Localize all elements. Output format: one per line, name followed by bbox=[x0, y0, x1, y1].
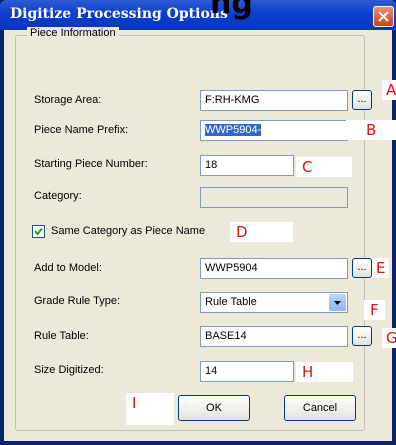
annotation-b: B bbox=[346, 120, 396, 140]
piece-name-prefix-field[interactable]: WWP5904- bbox=[200, 120, 348, 141]
piece-name-prefix-label: Piece Name Prefix: bbox=[34, 124, 129, 136]
storage-area-label: Storage Area: bbox=[34, 94, 102, 106]
grade-rule-type-select[interactable]: Rule Table bbox=[200, 292, 348, 313]
piece-name-prefix-value: WWP5904- bbox=[205, 124, 262, 136]
grade-rule-type-label: Grade Rule Type: bbox=[34, 295, 121, 307]
group-legend: Piece Information bbox=[27, 27, 119, 39]
starting-piece-number-label: Starting Piece Number: bbox=[34, 158, 148, 170]
checkmark-icon bbox=[34, 227, 43, 236]
cancel-button[interactable]: Cancel bbox=[284, 395, 356, 421]
chevron-down-icon bbox=[334, 301, 341, 305]
annotation-d: D bbox=[230, 222, 293, 242]
add-to-model-browse-button[interactable]: ... bbox=[352, 258, 372, 278]
ok-button[interactable]: OK bbox=[178, 395, 250, 421]
category-field[interactable] bbox=[200, 187, 348, 208]
storage-area-field[interactable]: F:RH-KMG bbox=[200, 90, 348, 111]
annotation-i: I bbox=[126, 393, 175, 425]
close-x-icon bbox=[378, 11, 389, 22]
annotation-g: G bbox=[382, 328, 396, 348]
annotation-a: A bbox=[382, 80, 396, 100]
annotation-e: E bbox=[372, 258, 390, 278]
rule-table-field[interactable]: BASE14 bbox=[200, 326, 348, 347]
annotation-f: F bbox=[364, 300, 385, 320]
close-button[interactable] bbox=[373, 6, 394, 27]
category-label: Category: bbox=[34, 190, 82, 202]
rule-table-browse-button[interactable]: ... bbox=[352, 326, 372, 346]
page-heading-fragment: ng bbox=[210, 0, 253, 21]
window-title: Digitize Processing Options bbox=[10, 6, 228, 22]
title-bar[interactable]: Digitize Processing Options bbox=[0, 0, 396, 30]
starting-piece-number-field[interactable]: 18 bbox=[200, 155, 294, 176]
add-to-model-label: Add to Model: bbox=[34, 262, 102, 274]
rule-table-label: Rule Table: bbox=[34, 330, 89, 342]
size-digitized-field[interactable]: 14 bbox=[200, 361, 294, 382]
size-digitized-label: Size Digitized: bbox=[34, 364, 104, 376]
add-to-model-field[interactable]: WWP5904 bbox=[200, 258, 348, 279]
annotation-c: C bbox=[296, 157, 353, 177]
storage-area-browse-button[interactable]: ... bbox=[352, 90, 372, 110]
same-category-checkbox[interactable] bbox=[32, 225, 45, 238]
combo-dropdown-button[interactable] bbox=[329, 294, 346, 311]
grade-rule-type-value: Rule Table bbox=[205, 296, 257, 308]
annotation-h: H bbox=[296, 362, 354, 382]
same-category-label: Same Category as Piece Name bbox=[51, 225, 206, 237]
